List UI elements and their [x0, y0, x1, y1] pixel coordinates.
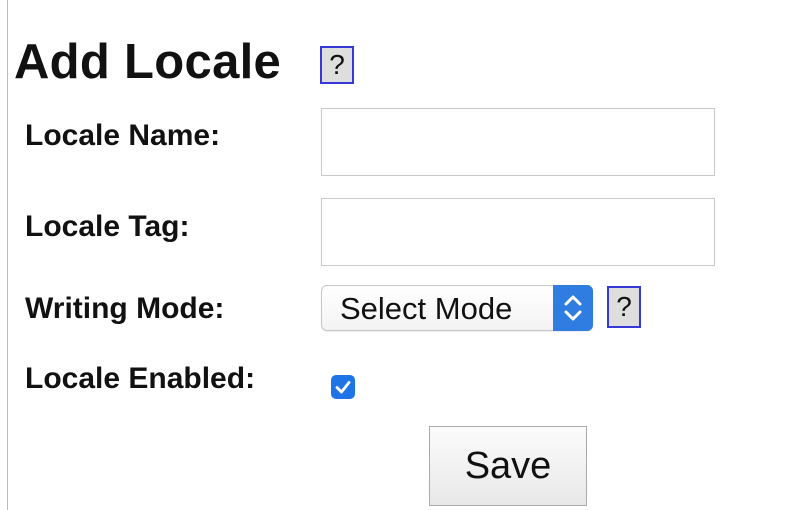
title-help-button[interactable]: ?	[320, 46, 354, 84]
locale-enabled-label: Locale Enabled:	[25, 362, 256, 395]
updown-chevron-icon	[553, 285, 593, 331]
writing-mode-select[interactable]: Select Mode	[321, 285, 593, 331]
writing-mode-help-button[interactable]: ?	[607, 286, 641, 328]
checkmark-icon	[335, 381, 351, 394]
locale-enabled-checkbox[interactable]	[331, 375, 355, 399]
locale-tag-input[interactable]	[321, 198, 715, 266]
save-button[interactable]: Save	[429, 426, 587, 506]
locale-tag-label: Locale Tag:	[25, 210, 190, 243]
writing-mode-label: Writing Mode:	[25, 292, 225, 325]
locale-name-input[interactable]	[321, 108, 715, 176]
page-title: Add Locale	[14, 35, 282, 89]
locale-name-label: Locale Name:	[25, 119, 221, 152]
left-divider	[7, 0, 8, 510]
add-locale-page: Add Locale ? Locale Name: Locale Tag: Wr…	[0, 0, 804, 510]
writing-mode-selected-value: Select Mode	[340, 291, 513, 326]
